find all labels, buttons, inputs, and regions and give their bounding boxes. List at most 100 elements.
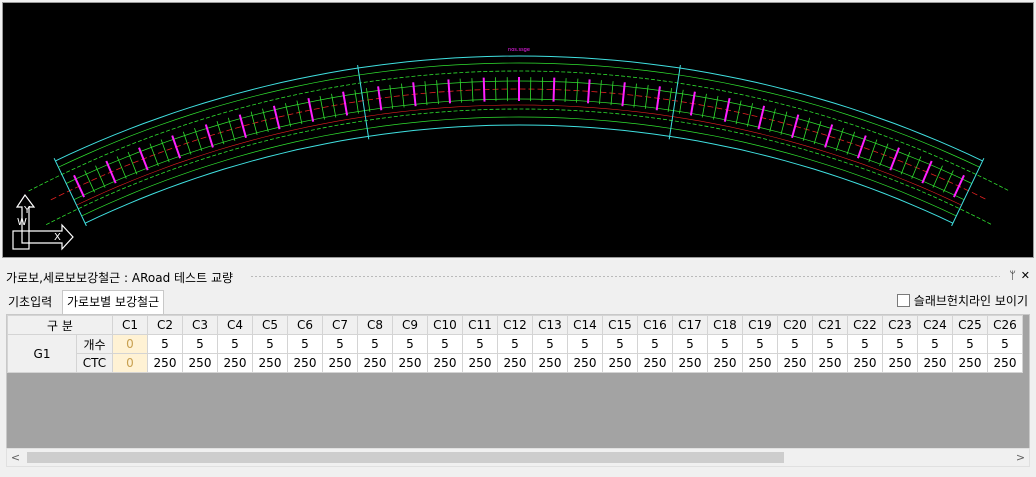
count-cell[interactable]: 5: [567, 334, 603, 354]
count-cell[interactable]: 5: [987, 334, 1023, 354]
column-header: C7: [322, 315, 358, 335]
ctc-cell[interactable]: 0: [112, 353, 148, 373]
ctc-cell[interactable]: 250: [532, 353, 568, 373]
count-cell[interactable]: 5: [217, 334, 253, 354]
header-corner: 구 분: [7, 315, 113, 335]
support-line: [668, 65, 681, 140]
scroll-thumb[interactable]: [27, 452, 784, 463]
count-cell[interactable]: 5: [917, 334, 953, 354]
count-cell[interactable]: 5: [182, 334, 218, 354]
cross-beam-marker: [138, 147, 149, 171]
show-slab-lines-checkbox[interactable]: [896, 294, 910, 307]
column-header: C23: [882, 315, 918, 335]
ctc-cell[interactable]: 250: [322, 353, 358, 373]
cross-beam-marker: [541, 77, 543, 102]
ctc-cell[interactable]: 250: [952, 353, 988, 373]
count-cell[interactable]: 5: [777, 334, 813, 354]
cross-beam-marker: [95, 165, 106, 188]
cross-beam-marker: [495, 77, 497, 102]
count-cell[interactable]: 5: [532, 334, 568, 354]
ctc-cell[interactable]: 250: [287, 353, 323, 373]
cross-beam-marker: [846, 131, 856, 155]
ctc-cell[interactable]: 250: [567, 353, 603, 373]
column-header: C17: [672, 315, 708, 335]
cross-beam-marker: [171, 135, 182, 159]
row-label-ctc: CTC: [76, 353, 113, 373]
count-cell[interactable]: 5: [322, 334, 358, 354]
centerline: [50, 88, 988, 201]
count-cell[interactable]: 5: [427, 334, 463, 354]
ctc-cell[interactable]: 250: [707, 353, 743, 373]
cross-beam-marker: [73, 174, 86, 198]
axis-y-label: Y: [23, 205, 31, 216]
show-slab-lines-option[interactable]: 슬래브헌치라인 보이기: [896, 292, 1028, 308]
count-cell[interactable]: 5: [357, 334, 393, 354]
count-cell[interactable]: 5: [392, 334, 428, 354]
count-cell[interactable]: 5: [462, 334, 498, 354]
close-icon[interactable]: ✕: [1021, 269, 1030, 282]
column-header: C1: [112, 315, 148, 335]
column-header: C13: [532, 315, 568, 335]
count-cell[interactable]: 5: [637, 334, 673, 354]
column-header: C14: [567, 315, 603, 335]
cross-beam-marker: [447, 79, 451, 104]
count-cell[interactable]: 5: [847, 334, 883, 354]
cross-beam-marker: [587, 79, 591, 104]
count-cell[interactable]: 5: [602, 334, 638, 354]
column-header: C6: [287, 315, 323, 335]
ctc-cell[interactable]: 250: [847, 353, 883, 373]
cross-beam-marker: [182, 131, 192, 155]
count-cell[interactable]: 5: [287, 334, 323, 354]
pin-icon[interactable]: ᛘ: [1009, 269, 1016, 282]
cross-beam-marker: [868, 139, 878, 163]
ctc-cell[interactable]: 250: [987, 353, 1023, 373]
column-header: C19: [742, 315, 778, 335]
ctc-cell[interactable]: 250: [602, 353, 638, 373]
ctc-cell[interactable]: 250: [882, 353, 918, 373]
ctc-cell[interactable]: 250: [497, 353, 533, 373]
count-cell[interactable]: 0: [112, 334, 148, 354]
ctc-cell[interactable]: 250: [182, 353, 218, 373]
cross-beam-marker: [127, 151, 138, 175]
tab-basic-input[interactable]: 기초입력: [4, 292, 56, 312]
column-header: C16: [637, 315, 673, 335]
count-cell[interactable]: 5: [147, 334, 183, 354]
tab-crossbeam-rebar[interactable]: 가로보별 보강철근: [62, 290, 165, 315]
count-cell[interactable]: 5: [707, 334, 743, 354]
panel-title: 가로보,세로보보강철근 : ARoad 테스트 교량: [6, 271, 234, 285]
deck-edge-outer: [55, 55, 983, 162]
count-cell[interactable]: 5: [742, 334, 778, 354]
ctc-cell[interactable]: 250: [217, 353, 253, 373]
cross-beam-marker: [194, 127, 203, 152]
axis-w-label: W: [17, 217, 27, 228]
ctc-cell[interactable]: 250: [147, 353, 183, 373]
ctc-cell[interactable]: 250: [252, 353, 288, 373]
count-cell[interactable]: 5: [952, 334, 988, 354]
ctc-cell[interactable]: 250: [917, 353, 953, 373]
ctc-cell[interactable]: 250: [637, 353, 673, 373]
ctc-cell[interactable]: 250: [812, 353, 848, 373]
drawing-viewport[interactable]: nos.ssge Y W X: [2, 2, 1034, 258]
horizontal-scrollbar[interactable]: < >: [6, 448, 1030, 467]
scroll-right-arrow[interactable]: >: [1012, 449, 1029, 466]
column-header: C21: [812, 315, 848, 335]
cross-beam-marker: [952, 174, 965, 198]
drawing-label: nos.ssge: [508, 47, 530, 53]
header-row: 구 분 C1 C2 C3 C4 C5 C6 C7 C8 C9 C10 C11 C12 C13 C14 C15 C…: [7, 315, 1023, 335]
count-cell[interactable]: 5: [812, 334, 848, 354]
ctc-cell[interactable]: 250: [672, 353, 708, 373]
count-cell[interactable]: 5: [882, 334, 918, 354]
count-cell[interactable]: 5: [672, 334, 708, 354]
scroll-left-arrow[interactable]: <: [7, 449, 24, 466]
ctc-cell[interactable]: 250: [742, 353, 778, 373]
ctc-cell[interactable]: 250: [357, 353, 393, 373]
ctc-cell[interactable]: 250: [392, 353, 428, 373]
ctc-cell[interactable]: 250: [462, 353, 498, 373]
count-cell[interactable]: 5: [497, 334, 533, 354]
ctc-cell[interactable]: 250: [427, 353, 463, 373]
column-header: C20: [777, 315, 813, 335]
cross-beam-marker: [900, 151, 911, 175]
axis-x-label: X: [54, 232, 61, 243]
count-cell[interactable]: 5: [252, 334, 288, 354]
ctc-cell[interactable]: 250: [777, 353, 813, 373]
